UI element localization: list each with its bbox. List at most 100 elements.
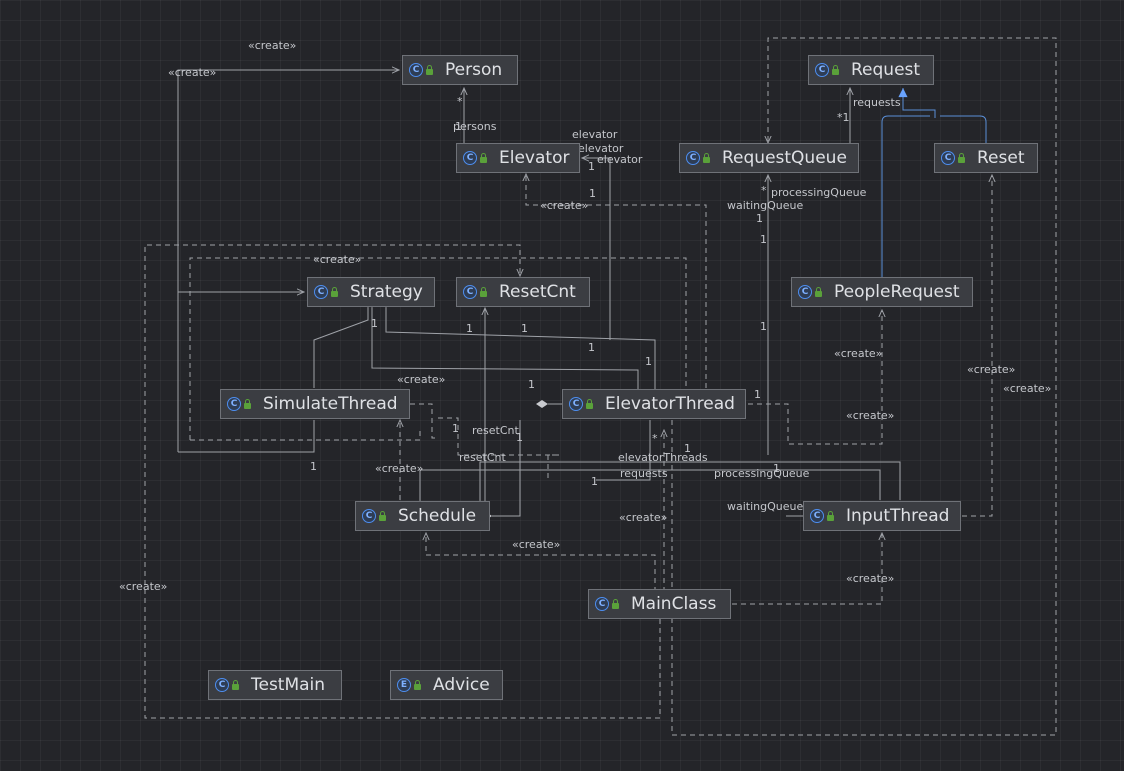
mult: 1 [756, 212, 763, 225]
class-reset-cnt[interactable]: C ResetCnt [456, 277, 590, 307]
class-request-queue[interactable]: C RequestQueue [679, 143, 859, 173]
public-lock-icon [379, 511, 386, 521]
class-elevator[interactable]: C Elevator [456, 143, 580, 173]
role-reset-cnt: resetCnt [472, 424, 520, 437]
mult: 1 [466, 322, 473, 335]
public-lock-icon [232, 680, 239, 690]
public-lock-icon [827, 511, 834, 521]
public-lock-icon [480, 153, 487, 163]
class-reset[interactable]: C Reset [934, 143, 1038, 173]
label-create: «create» [834, 347, 882, 360]
label-create: «create» [846, 409, 894, 422]
class-name: ResetCnt [499, 282, 576, 302]
class-simulate-thread[interactable]: C SimulateThread [220, 389, 410, 419]
label-create: «create» [1003, 382, 1051, 395]
class-icon: C [409, 63, 423, 77]
role-elevator: elevator [572, 128, 618, 141]
public-lock-icon [958, 153, 965, 163]
class-name: RequestQueue [722, 148, 847, 168]
label-create: «create» [619, 511, 667, 524]
public-lock-icon [480, 287, 487, 297]
public-lock-icon [414, 680, 421, 690]
class-input-thread[interactable]: C InputThread [803, 501, 961, 531]
public-lock-icon [612, 599, 619, 609]
class-name: Person [445, 60, 503, 80]
class-name: Strategy [350, 282, 423, 302]
class-icon: C [941, 151, 955, 165]
class-people-request[interactable]: C PeopleRequest [791, 277, 973, 307]
class-schedule[interactable]: C Schedule [355, 501, 490, 531]
role-requests: requests [853, 96, 901, 109]
role-reset-cnt: resetCnt [459, 451, 507, 464]
class-name: TestMain [251, 675, 326, 695]
mult: 1 [452, 422, 459, 435]
mult: 1 [589, 187, 596, 200]
enum-advice[interactable]: E Advice [390, 670, 503, 700]
mult: 1 [528, 378, 535, 391]
mult: 1 [591, 475, 598, 488]
class-elevator-thread[interactable]: C ElevatorThread [562, 389, 746, 419]
role-elevator: elevator [597, 153, 643, 166]
role-requests: requests [620, 467, 668, 480]
class-icon: C [798, 285, 812, 299]
class-icon: C [463, 285, 477, 299]
class-name: Request [851, 60, 921, 80]
class-name: Reset [977, 148, 1025, 168]
class-icon: C [569, 397, 583, 411]
public-lock-icon [426, 65, 433, 75]
label-create: «create» [846, 572, 894, 585]
label-create: «create» [313, 253, 361, 266]
mult: 1 [516, 431, 523, 444]
class-icon: C [463, 151, 477, 165]
class-icon: C [686, 151, 700, 165]
label-create: «create» [119, 580, 167, 593]
label-create: «create» [512, 538, 560, 551]
label-create: «create» [168, 66, 216, 79]
mult: 1 [455, 120, 462, 133]
role-waiting-queue: waitingQueue [727, 199, 803, 212]
class-name: Schedule [398, 506, 477, 526]
class-icon: C [314, 285, 328, 299]
public-lock-icon [703, 153, 710, 163]
enum-icon: E [397, 678, 411, 692]
class-icon: C [595, 597, 609, 611]
public-lock-icon [832, 65, 839, 75]
public-lock-icon [586, 399, 593, 409]
class-name: Elevator [499, 148, 570, 168]
class-name: MainClass [631, 594, 717, 614]
mult: 1 [521, 322, 528, 335]
label-create: «create» [397, 373, 445, 386]
class-test-main[interactable]: C TestMain [208, 670, 342, 700]
public-lock-icon [244, 399, 251, 409]
class-request[interactable]: C Request [808, 55, 934, 85]
class-icon: C [362, 509, 376, 523]
label-create: «create» [375, 462, 423, 475]
role-processing-queue: processingQueue [771, 186, 867, 199]
mult: 1 [760, 320, 767, 333]
class-person[interactable]: C Person [402, 55, 518, 85]
mult: 1 [754, 388, 761, 401]
label-create: «create» [540, 199, 588, 212]
inheritance-edges [881, 88, 987, 280]
class-name: Advice [433, 675, 490, 695]
class-main-class[interactable]: C MainClass [588, 589, 731, 619]
label-create: «create» [248, 39, 296, 52]
mult: 1 [760, 233, 767, 246]
role-elevator-threads: elevatorThreads [618, 451, 708, 464]
class-name: SimulateThread [263, 394, 398, 414]
mult: 1 [310, 460, 317, 473]
mult: * [761, 184, 767, 197]
mult: 1 [684, 442, 691, 455]
role-waiting-queue: waitingQueue [727, 500, 803, 513]
public-lock-icon [815, 287, 822, 297]
mult: 1 [371, 317, 378, 330]
mult: * [457, 95, 463, 108]
class-name: InputThread [846, 506, 950, 526]
mult: 1 [588, 341, 595, 354]
public-lock-icon [331, 287, 338, 297]
class-name: ElevatorThread [605, 394, 735, 414]
label-create: «create» [967, 363, 1015, 376]
mult: 1 [773, 462, 780, 475]
class-strategy[interactable]: C Strategy [307, 277, 435, 307]
uml-diagram-canvas: «create» «create» «create» «create» «cre… [119, 37, 1057, 736]
